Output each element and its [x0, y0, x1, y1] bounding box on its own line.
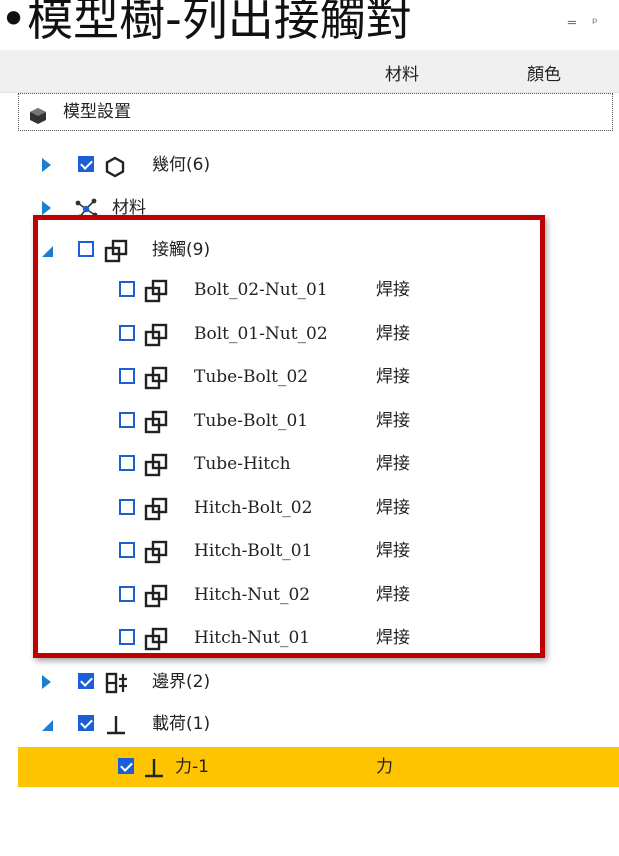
expand-arrow-icon[interactable]: [42, 201, 51, 215]
contact-pair-name: Bolt_01-Nut_02: [194, 323, 328, 344]
contact-pair-row[interactable]: Tube-Bolt_02 焊接: [0, 357, 619, 397]
contact-pair-name: Tube-Bolt_02: [194, 367, 309, 387]
contact-pair-row[interactable]: Hitch-Nut_01 焊接: [0, 618, 619, 658]
slide-title: •模型樹-列出接觸對: [0, 0, 412, 46]
contact-pair-row[interactable]: Hitch-Bolt_02 焊接: [0, 488, 619, 528]
contacts-checkbox[interactable]: [78, 241, 94, 257]
contact-pair-row[interactable]: Tube-Hitch 焊接: [0, 444, 619, 484]
tree-item-geometry[interactable]: 幾何(6): [0, 145, 619, 185]
contact-pair-material: 焊接: [376, 323, 410, 344]
pane-pin-icon[interactable]: ═ ᵖ: [568, 16, 604, 31]
contact-icon: [144, 322, 168, 362]
force-arrow-icon: [142, 755, 166, 795]
tree-item-contacts[interactable]: 接觸(9): [0, 230, 619, 270]
expand-arrow-icon[interactable]: [42, 675, 51, 689]
material-column-header[interactable]: 材料: [385, 60, 419, 85]
contact-pair-material: 焊接: [376, 541, 410, 561]
expand-arrow-icon[interactable]: [42, 158, 51, 172]
materials-label: 材料: [112, 198, 146, 218]
contact-pair-checkbox[interactable]: [119, 324, 135, 341]
force-1-label: 力-1: [175, 757, 209, 777]
contacts-label: 接觸(9): [152, 240, 211, 260]
contact-icon: [144, 278, 168, 318]
force-arrow-icon: [104, 712, 128, 752]
tree-item-boundary[interactable]: 邊界(2): [0, 662, 619, 702]
geometry-checkbox[interactable]: [78, 156, 94, 172]
collapse-arrow-icon[interactable]: [42, 720, 53, 731]
contact-pair-checkbox[interactable]: [119, 629, 135, 645]
hexagon-icon: [104, 153, 126, 193]
contact-pair-material: 焊接: [376, 367, 410, 387]
contact-pair-name: Bolt_02-Nut_01: [194, 280, 328, 300]
contact-icon: [144, 365, 168, 405]
contact-pair-row[interactable]: Hitch-Bolt_01 焊接: [0, 531, 619, 571]
contact-icon: [144, 539, 168, 579]
contact-pair-material: 焊接: [376, 584, 410, 605]
boundary-checkbox[interactable]: [78, 673, 94, 689]
contact-pair-name: Hitch-Nut_01: [194, 628, 311, 648]
collapse-arrow-icon[interactable]: [42, 246, 53, 257]
tree-item-force-1[interactable]: 力-1 力: [18, 747, 619, 787]
contact-pair-checkbox[interactable]: [119, 498, 135, 515]
contact-pair-material: 焊接: [376, 454, 410, 474]
contact-pair-material: 焊接: [376, 628, 410, 648]
contact-icon: [144, 496, 168, 536]
contact-pair-material: 焊接: [376, 410, 410, 431]
boundary-label: 邊界(2): [152, 672, 211, 692]
tree-root-label: 模型設置: [63, 102, 131, 122]
contact-pair-name: Hitch-Nut_02: [194, 584, 311, 605]
contact-icon: [144, 626, 168, 666]
force-1-checkbox[interactable]: [118, 758, 134, 774]
contact-pair-material: 焊接: [376, 280, 410, 300]
contact-pair-name: Hitch-Bolt_02: [194, 497, 313, 518]
contact-icon: [144, 583, 168, 623]
contact-pair-row[interactable]: Hitch-Nut_02 焊接: [0, 575, 619, 615]
contact-pair-row[interactable]: Bolt_01-Nut_02 焊接: [0, 314, 619, 354]
contact-icon: [144, 409, 168, 449]
model-tree-panel: 材料 顏色 模型設置 幾何(6) 材料 接觸(9) Bolt_02-Nut_01…: [0, 50, 619, 856]
geometry-label: 幾何(6): [152, 155, 211, 175]
tree-item-loads[interactable]: 載荷(1): [0, 704, 619, 744]
contact-pair-name: Tube-Bolt_01: [194, 410, 309, 431]
contact-pair-name: Hitch-Bolt_01: [194, 541, 313, 561]
tree-root-model-setup[interactable]: 模型設置: [18, 93, 613, 131]
model-setup-icon: [29, 102, 47, 138]
contact-pair-checkbox[interactable]: [119, 281, 135, 297]
contact-pair-name: Tube-Hitch: [194, 454, 291, 474]
color-column-header[interactable]: 顏色: [527, 60, 561, 85]
contact-pair-row[interactable]: Bolt_02-Nut_01 焊接: [0, 270, 619, 310]
contact-pair-checkbox[interactable]: [119, 585, 135, 602]
contact-icon: [144, 452, 168, 492]
tree-item-materials[interactable]: 材料: [0, 188, 619, 228]
contact-pair-checkbox[interactable]: [119, 455, 135, 471]
loads-label: 載荷(1): [152, 714, 211, 734]
contact-pair-checkbox[interactable]: [119, 542, 135, 558]
column-header: 材料 顏色: [0, 50, 619, 93]
loads-checkbox[interactable]: [78, 715, 94, 731]
contact-pair-row[interactable]: Tube-Bolt_01 焊接: [0, 401, 619, 441]
contact-pair-material: 焊接: [376, 497, 410, 518]
contact-pair-checkbox[interactable]: [119, 368, 135, 384]
contact-pair-checkbox[interactable]: [119, 411, 135, 428]
force-1-type: 力: [376, 757, 393, 777]
